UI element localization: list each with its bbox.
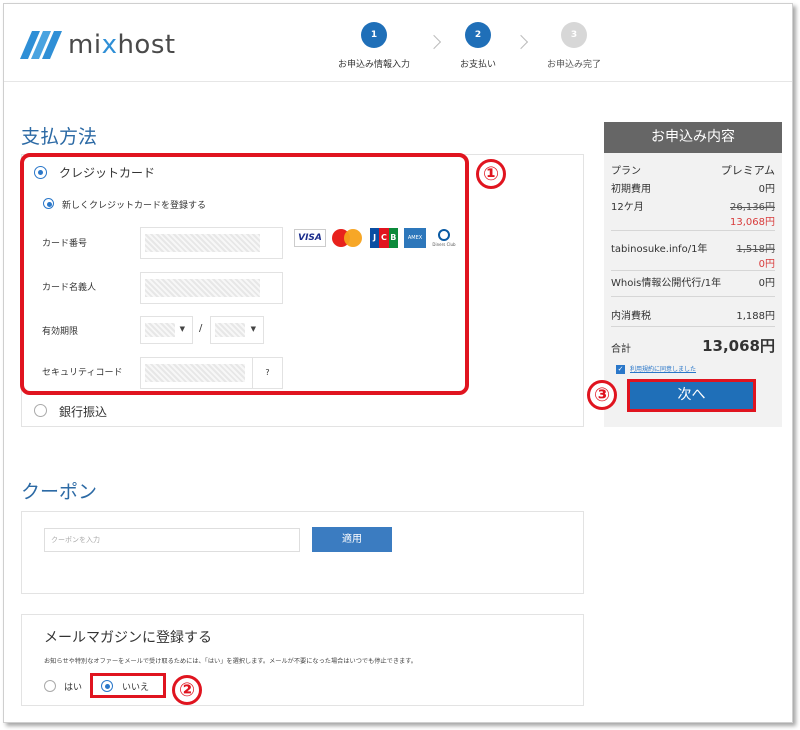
step-2-label: お支払い	[460, 60, 497, 70]
mail-magazine-title: メールマガジンに登録する	[44, 630, 212, 646]
step-1-label: お申込み情報入力	[338, 60, 411, 70]
page-frame: mixhost 1 お申込み情報入力 2 お支払い 3 お申込み完了 支払方法 …	[3, 3, 793, 723]
highlight-box-3	[627, 379, 756, 412]
summary-row-domain: tabinosuke.info/1年 1,518円	[611, 244, 775, 255]
terms-checkbox[interactable]: ✓	[616, 365, 625, 374]
bank-transfer-radio[interactable]	[34, 404, 47, 417]
annotation-number-3: ③	[587, 380, 617, 410]
summary-divider	[611, 270, 775, 271]
step-2: 2 お支払い	[460, 22, 496, 70]
annotation-number-2: ②	[172, 675, 202, 705]
summary-row-whois: Whois情報公開代行/1年 0円	[611, 278, 775, 289]
mail-yes-radio[interactable]	[44, 680, 56, 692]
step-3-number: 3	[561, 22, 587, 48]
terms-link[interactable]: 利用規約に同意しました	[630, 364, 696, 373]
payment-title: 支払方法	[21, 126, 98, 148]
logo-text: mixhost	[68, 30, 176, 60]
logo-mark-icon	[20, 31, 62, 59]
annotation-number-1: ①	[476, 159, 506, 189]
summary-title: お申込み内容	[604, 122, 782, 153]
highlight-box-1	[20, 153, 469, 395]
summary-divider	[611, 296, 775, 297]
summary-row-tax: 内消費税 1,188円	[611, 311, 775, 322]
bank-transfer-label: 銀行振込	[59, 405, 108, 419]
summary-row-plan: プラン プレミアム	[611, 164, 775, 177]
mixhost-logo[interactable]: mixhost	[20, 30, 176, 60]
highlight-box-2	[90, 673, 166, 698]
coupon-box	[21, 511, 584, 594]
step-1: 1 お申込み情報入力	[338, 22, 410, 70]
summary-row-total: 合計 13,068円	[611, 337, 775, 355]
step-2-number: 2	[465, 22, 491, 48]
coupon-title: クーポン	[21, 481, 98, 503]
step-1-number: 1	[361, 22, 387, 48]
chevron-right-icon	[426, 34, 442, 50]
header: mixhost 1 お申込み情報入力 2 お支払い 3 お申込み完了	[4, 4, 792, 82]
coupon-input[interactable]: クーポンを入力	[44, 528, 300, 552]
chevron-right-icon	[513, 34, 529, 50]
summary-row-12-months: 12ケ月 26,136円	[611, 202, 775, 213]
mail-yes-label: はい	[64, 683, 83, 693]
summary-divider	[611, 326, 775, 327]
summary-divider	[611, 230, 775, 231]
apply-coupon-button[interactable]: 適用	[312, 527, 392, 552]
summary-row-initial-fee: 初期費用 0円	[611, 184, 775, 195]
step-3: 3 お申込み完了	[547, 22, 601, 70]
mail-magazine-description: お知らせや特別なオファーをメールで受け取るためには、「はい」を選択します。メール…	[44, 658, 417, 665]
step-3-label: お申込み完了	[547, 60, 602, 70]
